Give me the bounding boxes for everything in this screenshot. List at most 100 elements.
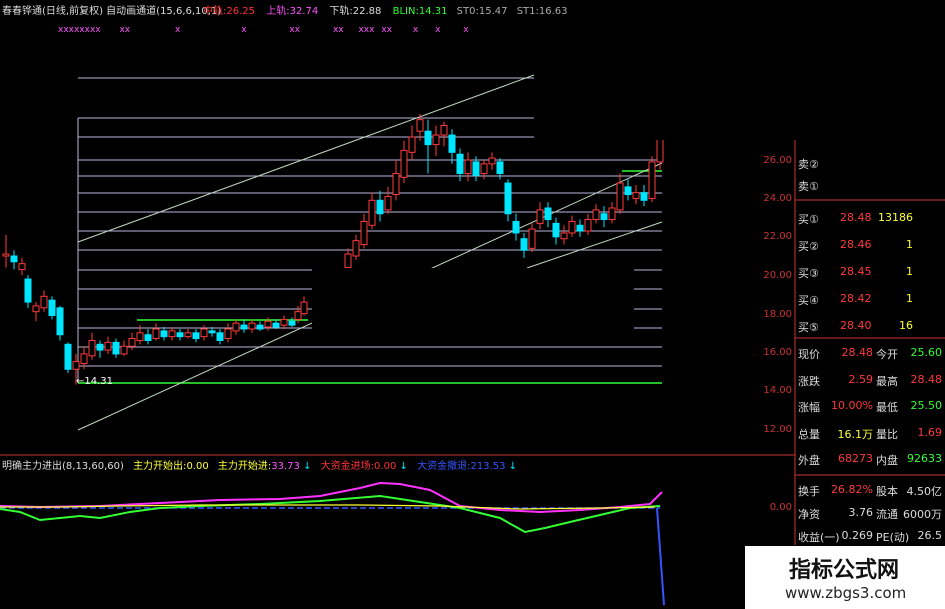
upper-channel: [77, 74, 535, 243]
occlusion-top-right: [534, 0, 945, 140]
stat-label: 现价: [798, 348, 820, 361]
stock-title: 春春铧通(日线,前复权): [2, 6, 103, 17]
marker-group-2: xx: [119, 25, 131, 35]
chart-title: 春春铧通(日线,前复权) 自动画通道(15,6,6,10,1): [2, 6, 221, 18]
quote-stat2-row: 收益(一) 0.269 PE(动) 26.5: [798, 525, 945, 547]
candle-body: [488, 157, 496, 165]
candle-body: [88, 339, 96, 357]
marker-group-1: xxxxxxxx: [58, 25, 101, 35]
candle-body: [528, 228, 536, 249]
buy-level-label: 买①: [798, 213, 819, 226]
candle-body: [56, 307, 64, 336]
stat-value: 16.1万: [837, 427, 874, 441]
buy-level-label: 买⑤: [798, 321, 819, 334]
watermark-logo: 指标公式网 www.zbgs3.com: [745, 546, 945, 609]
stat-value-2: 92633: [907, 452, 942, 465]
quote-stat2-row: 换手 26.82% 股本 4.50亿: [798, 479, 945, 501]
candle-body: [264, 320, 272, 328]
blin-label: BLIN:: [392, 6, 419, 17]
candle-body: [560, 232, 568, 240]
candle-body: [18, 263, 26, 270]
candle-body: [496, 161, 504, 174]
sell-level-row: 卖①: [798, 174, 945, 196]
candle-body: [592, 209, 600, 221]
sub-indicator-header: 明确主力进出(8,13,60,60) 主力开始出:0.00 主力开始进:33.7…: [2, 461, 517, 473]
marker-group-7: xxx: [358, 25, 375, 35]
candle-body: [192, 332, 200, 340]
stat-value: 10.00%: [831, 399, 873, 412]
candle-body: [480, 163, 488, 174]
candle-body: [416, 119, 424, 132]
candle-body: [504, 182, 512, 215]
marker-group-5: xx: [289, 25, 301, 35]
buy-level-volume: 13186: [878, 211, 913, 224]
buy-level-row: 买② 28.46 1: [798, 234, 945, 256]
marker-group-10: x: [435, 25, 441, 35]
lower-label: 下轨:: [329, 6, 353, 17]
candle-body: [216, 332, 224, 341]
sub-zero-tick: 0.00: [769, 502, 792, 513]
candle-body: [40, 295, 48, 309]
price-tick: 26.00: [763, 155, 792, 166]
stat-value-2: 25.50: [910, 399, 943, 412]
candle-body: [352, 240, 360, 257]
buy-level-price: 28.46: [840, 238, 872, 251]
candle-body: [512, 220, 520, 234]
candle-body: [584, 219, 592, 232]
stat2-value-2: 6000万: [903, 508, 942, 521]
candle-body: [256, 324, 264, 330]
price-tick: 20.00: [763, 270, 792, 281]
stat-label: 外盘: [798, 454, 820, 467]
marker-group-9: x: [412, 25, 419, 35]
stat-label: 涨幅: [798, 401, 820, 414]
quote-stat-row: 涨跌 2.59 最高 28.48: [798, 369, 945, 391]
quote-stat-row: 现价 28.48 今开 25.60: [798, 342, 945, 364]
candle-body: [24, 278, 32, 303]
lower-value: 22.88: [352, 6, 382, 17]
stat2-value: 0.269: [841, 529, 874, 542]
candle-body: [248, 322, 256, 330]
price-tick: 12.00: [763, 424, 792, 435]
buy-level-price: 28.42: [840, 292, 872, 305]
st0-label: ST0:: [456, 6, 479, 17]
stat-label-2: 今开: [876, 348, 898, 361]
sub-l1-label: 主力开始出:: [133, 461, 187, 472]
st1-value: 16.63: [538, 6, 568, 17]
low-price-label: ←14.31: [76, 376, 114, 387]
buy-level-row: 买③ 28.45 1: [798, 261, 945, 283]
candle-body: [520, 238, 528, 251]
candle-body: [300, 301, 308, 315]
candle-body: [152, 328, 160, 340]
candle-body: [432, 134, 440, 146]
stat2-value-2: 4.50亿: [906, 485, 943, 498]
stat-label-2: 量比: [876, 427, 898, 441]
sub-l3-label: 大资金进场:: [320, 461, 375, 472]
stat-label-2: 最高: [876, 374, 898, 388]
quote-stat2-row: 净资 3.76 流通 6000万: [798, 502, 945, 524]
stat-value: 28.48: [841, 346, 874, 359]
sub-l1-value: 0.00: [186, 461, 209, 472]
watermark-title: 指标公式网: [789, 558, 900, 583]
candle-body: [136, 332, 144, 341]
buy-level-label: 买②: [798, 240, 819, 253]
candle-body: [632, 192, 640, 199]
stat-value: 68273: [838, 452, 873, 465]
candle-body: [640, 192, 648, 201]
mid-label: 中轨:: [203, 6, 227, 17]
upper-value: 32.74: [289, 6, 319, 17]
candle-body: [576, 224, 584, 232]
sell-level-row: 卖②: [798, 152, 945, 174]
candle-body: [424, 130, 432, 146]
candle-body: [360, 220, 368, 245]
candle-body: [2, 253, 10, 257]
candle-body: [294, 311, 302, 320]
candle-body: [72, 361, 80, 370]
buy-level-volume: 16: [899, 319, 913, 332]
signal-markers: xxxxxxxx xx x x xx xx xxx xx x x x: [58, 24, 469, 36]
candle-body: [568, 220, 576, 234]
sell-level-label: 卖②: [798, 158, 819, 171]
candle-body: [224, 328, 232, 340]
stat2-value: 26.82%: [831, 483, 873, 496]
candle-body: [160, 330, 168, 338]
candle-body: [96, 343, 104, 351]
